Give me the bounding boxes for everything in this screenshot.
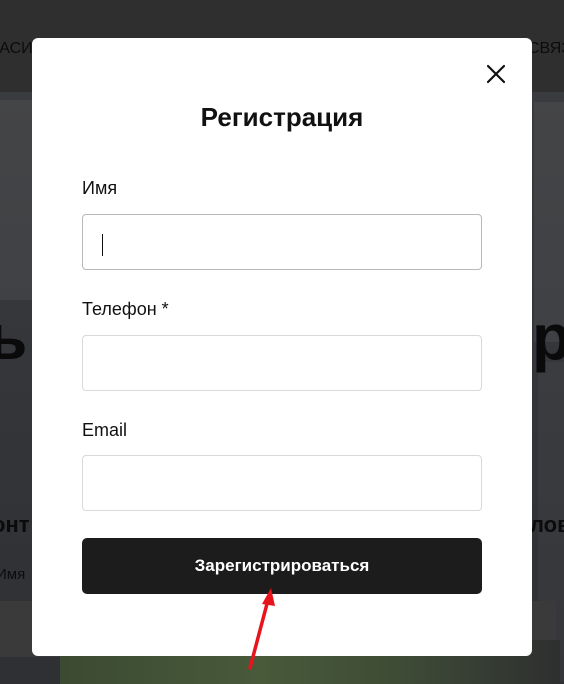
text-cursor bbox=[102, 234, 103, 256]
email-label: Email bbox=[82, 420, 128, 440]
phone-label: Телефон * bbox=[82, 299, 169, 319]
background-nav-link-right: связь bbox=[528, 40, 564, 57]
background-section-heading-right: лов bbox=[530, 512, 564, 537]
background-hero-heading-left: ь bbox=[0, 301, 28, 373]
background-hero-heading-right: ру bbox=[532, 301, 564, 373]
modal-title: Регистрация bbox=[200, 102, 364, 132]
background-section-heading-left: онт bbox=[0, 512, 30, 537]
close-button[interactable] bbox=[484, 62, 508, 86]
name-label: Имя bbox=[82, 178, 118, 198]
background-building bbox=[0, 100, 32, 300]
name-input[interactable] bbox=[82, 214, 482, 270]
background-field-label: Имя bbox=[0, 566, 26, 583]
close-icon bbox=[486, 64, 506, 84]
phone-input[interactable] bbox=[82, 335, 482, 391]
page: тасис связь ь ру онт лов Имя Регистрация… bbox=[0, 0, 564, 684]
register-button[interactable]: Зарегистрироваться bbox=[82, 538, 482, 594]
email-input[interactable] bbox=[82, 455, 482, 511]
registration-modal: Регистрация Имя Телефон * Email Зарегист… bbox=[32, 38, 532, 656]
